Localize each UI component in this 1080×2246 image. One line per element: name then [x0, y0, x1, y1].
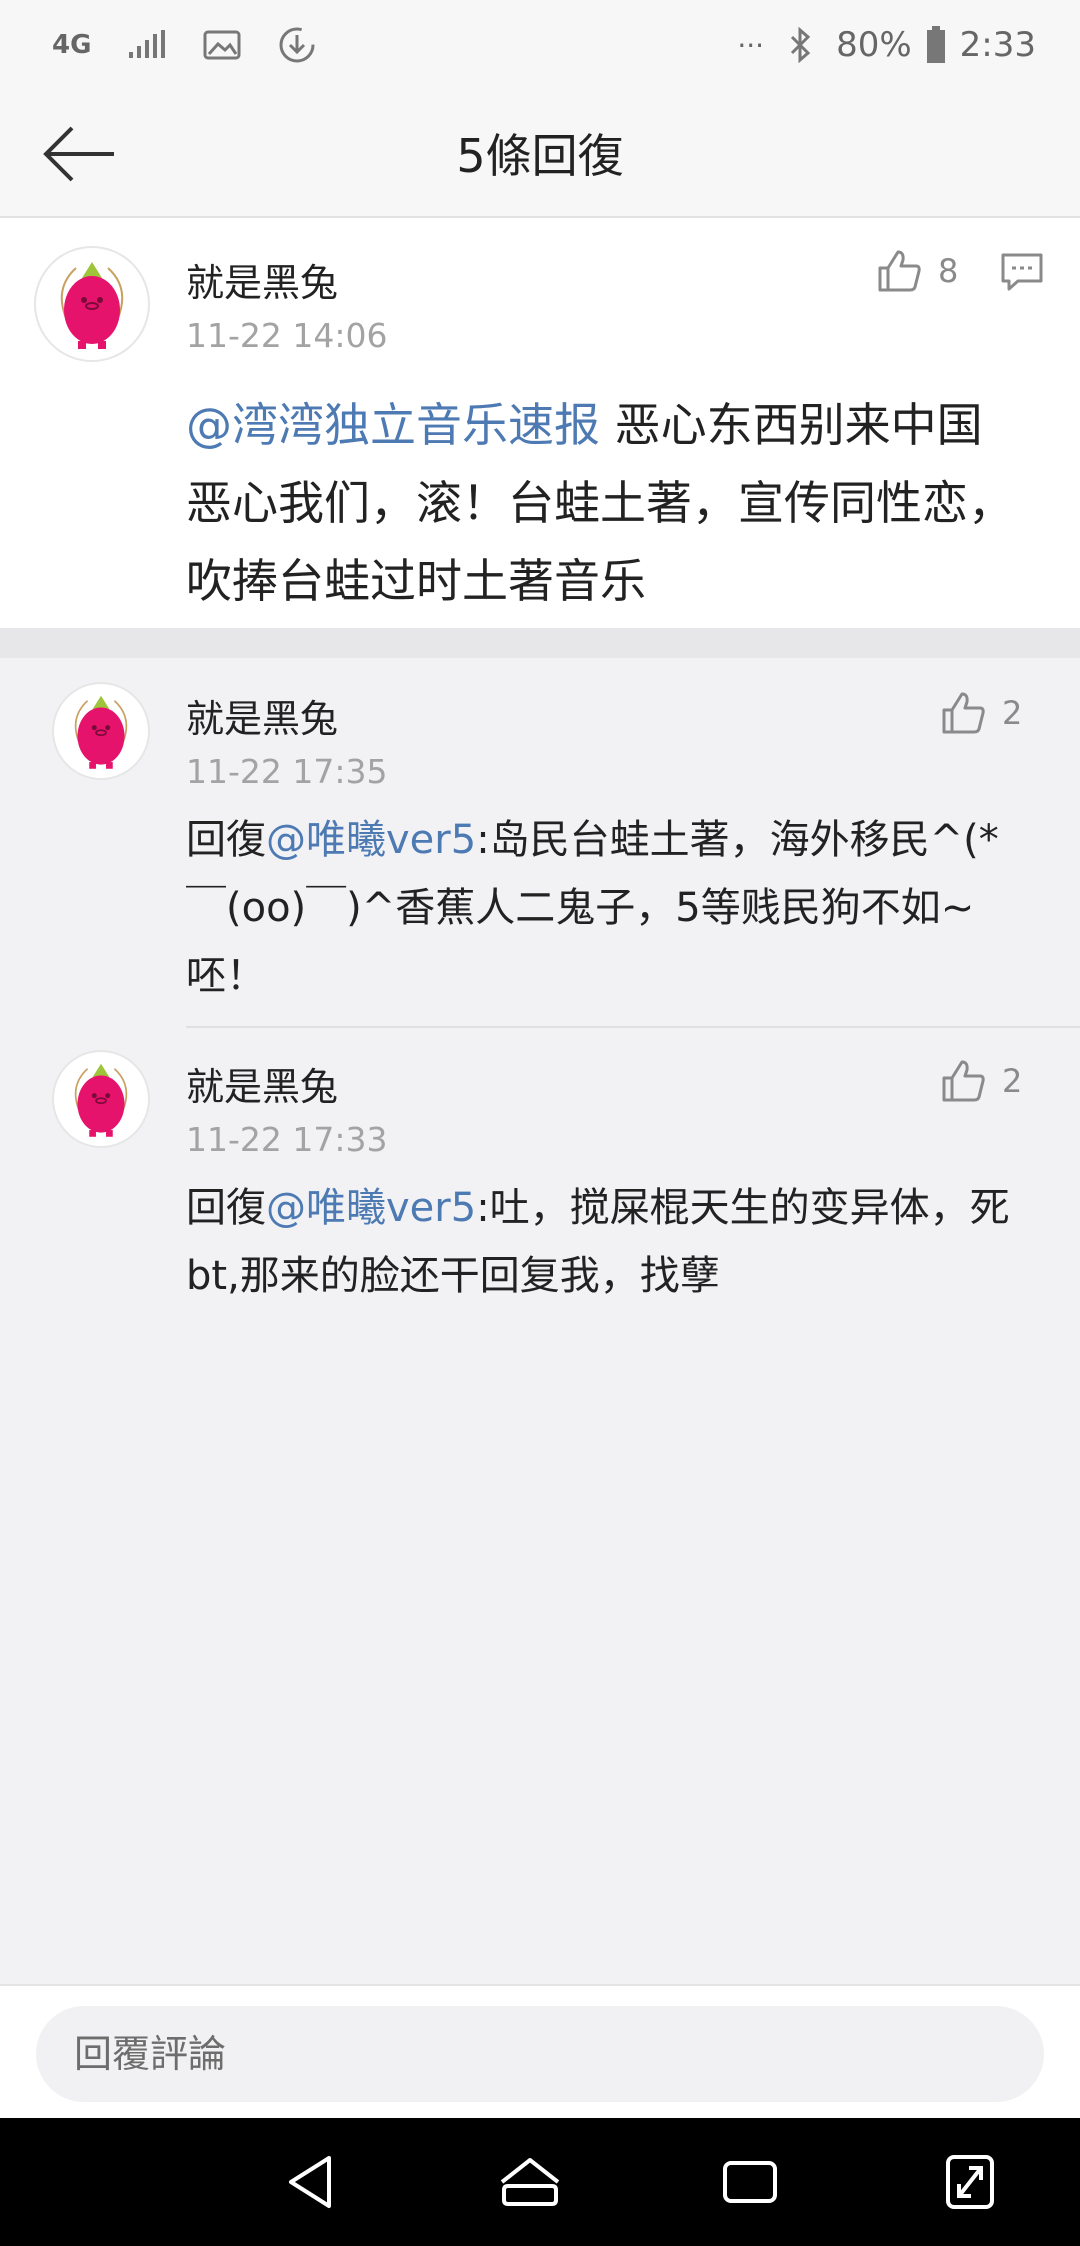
like-count: 2 — [1002, 1062, 1023, 1100]
page-title: 5條回復 — [456, 129, 624, 183]
signal-icon — [127, 30, 167, 60]
mention-link[interactable]: @湾湾独立音乐速报 — [186, 398, 600, 452]
section-separator — [0, 628, 1080, 658]
timestamp: 11-22 14:06 — [186, 316, 388, 355]
reply-text: 回復@唯曦ver5:吐，搅屎棍天生的变异体，死bt,那来的脸还干回复我，找孽 — [186, 1174, 1016, 1310]
recents-icon — [723, 2161, 777, 2203]
like-button[interactable]: 2 — [940, 1058, 1022, 1104]
status-bar: 4G ··· 80% 2:33 — [0, 0, 1080, 90]
comment-bubble-icon — [1001, 253, 1043, 291]
comment-text: @湾湾独立音乐速报 恶心东西别来中国恶心我们，滚！台蛙土著，宣传同性恋，吹捧台蛙… — [186, 386, 1026, 620]
mention-link[interactable]: @唯曦ver5 — [266, 1185, 476, 1231]
nav-recents-button[interactable] — [710, 2142, 790, 2222]
like-button[interactable]: 2 — [940, 690, 1022, 736]
nav-back-button[interactable] — [270, 2142, 350, 2222]
reply-input[interactable] — [36, 2006, 1044, 2102]
system-nav-bar — [0, 2118, 1080, 2246]
clock: 2:33 — [959, 25, 1036, 65]
nav-expand-button[interactable] — [930, 2142, 1010, 2222]
like-count: 8 — [938, 252, 959, 290]
timestamp: 11-22 17:35 — [186, 752, 388, 791]
bluetooth-icon — [788, 27, 812, 63]
nav-home-button[interactable] — [490, 2142, 570, 2222]
like-count: 2 — [1002, 694, 1023, 732]
reply-prefix: 回復 — [186, 1185, 266, 1231]
pink-character-avatar — [74, 695, 128, 769]
like-button[interactable]: 8 — [876, 248, 958, 294]
thumbs-up-icon — [942, 692, 985, 734]
thumbs-up-icon — [942, 1060, 985, 1102]
avatar[interactable] — [52, 682, 150, 780]
main-comment: 就是黑兔 11-22 14:06 8 @湾湾独立音乐速报 恶心东西别来中国恶心我… — [0, 218, 1080, 628]
username[interactable]: 就是黑兔 — [186, 252, 338, 307]
reply-bar — [0, 1984, 1080, 2118]
battery-percent: 80% — [836, 25, 912, 65]
header: 5條回復 — [0, 90, 1080, 218]
thumbs-up-icon — [878, 250, 921, 292]
triangle-back-icon — [289, 2156, 331, 2208]
expand-icon — [946, 2155, 994, 2209]
more-dots: ··· — [737, 28, 765, 62]
mention-link[interactable]: @唯曦ver5 — [266, 817, 476, 863]
home-icon — [500, 2158, 560, 2206]
avatar[interactable] — [34, 246, 150, 362]
arrow-left-icon — [43, 126, 114, 182]
reply-prefix: 回復 — [186, 817, 266, 863]
pink-character-avatar — [74, 1063, 128, 1137]
timestamp: 11-22 17:33 — [186, 1120, 388, 1159]
avatar[interactable] — [52, 1050, 150, 1148]
username[interactable]: 就是黑兔 — [186, 688, 338, 743]
network-indicator: 4G — [52, 30, 92, 60]
back-button[interactable] — [40, 118, 120, 190]
battery-icon — [926, 26, 946, 64]
divider — [186, 1026, 1080, 1028]
reply-text: 回復@唯曦ver5:岛民台蛙土著，海外移民^(*￣(oo)￣)^香蕉人二鬼子，5… — [186, 806, 1016, 1010]
username[interactable]: 就是黑兔 — [186, 1056, 338, 1111]
download-icon — [277, 25, 317, 65]
pink-character-avatar — [60, 262, 124, 349]
image-icon — [203, 30, 241, 60]
comment-button[interactable] — [1000, 252, 1044, 296]
